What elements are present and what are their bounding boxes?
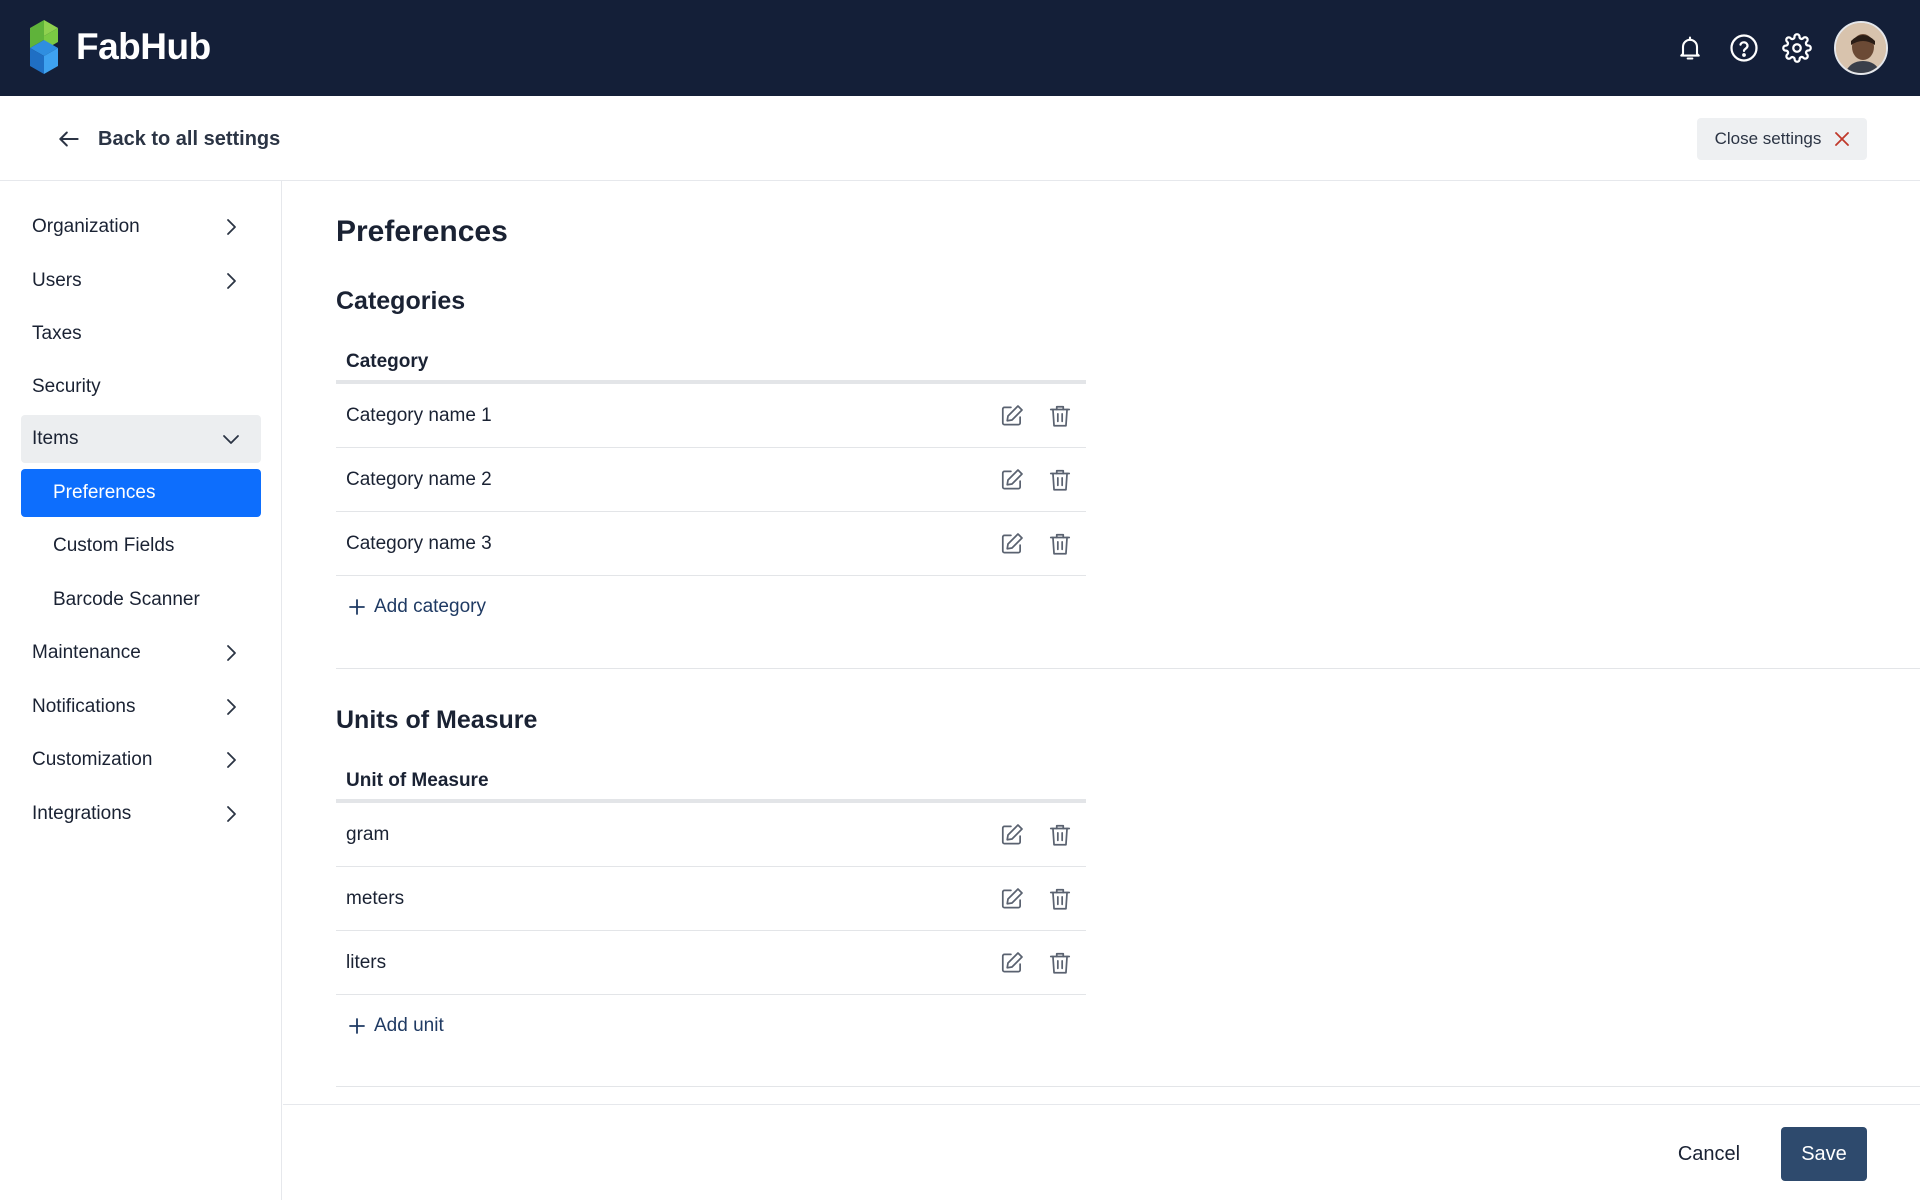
chevron-right-icon xyxy=(227,645,236,661)
trash-icon[interactable] xyxy=(1046,530,1074,558)
chevron-right-icon xyxy=(227,273,236,289)
bell-icon[interactable] xyxy=(1672,30,1708,66)
row-actions xyxy=(998,402,1074,430)
add-unit-label: Add unit xyxy=(374,1015,444,1036)
sidebar-item-label: Customization xyxy=(32,749,153,770)
sidebar-item-label: Custom Fields xyxy=(53,535,175,556)
trash-icon[interactable] xyxy=(1046,885,1074,913)
sidebar-item-label: Items xyxy=(32,428,79,449)
sidebar-item-customization[interactable]: Customization xyxy=(21,736,261,784)
sidebar-item-security[interactable]: Security xyxy=(21,363,261,411)
gear-icon[interactable] xyxy=(1779,30,1815,66)
preferences-content: Preferences Categories Category Category… xyxy=(283,181,1920,1200)
trash-icon[interactable] xyxy=(1046,821,1074,849)
table-row: Category name 1 xyxy=(336,384,1086,448)
table-row: liters xyxy=(336,931,1086,995)
app-name: FabHub xyxy=(76,26,211,67)
sidebar-item-taxes[interactable]: Taxes xyxy=(21,310,261,358)
units-section-title: Units of Measure xyxy=(336,706,538,734)
sidebar-item-label: Taxes xyxy=(32,323,82,344)
row-actions xyxy=(998,949,1074,977)
settings-sidebar: Organization Users Taxes Security Items … xyxy=(0,181,282,1200)
chevron-down-icon xyxy=(223,435,239,444)
top-navigation-bar: FabHub xyxy=(0,0,1920,96)
edit-icon[interactable] xyxy=(998,821,1026,849)
sidebar-item-label: Maintenance xyxy=(32,642,141,663)
sidebar-item-maintenance[interactable]: Maintenance xyxy=(21,629,261,677)
edit-icon[interactable] xyxy=(998,885,1026,913)
sidebar-item-preferences[interactable]: Preferences xyxy=(21,469,261,517)
row-actions xyxy=(998,821,1074,849)
row-label: meters xyxy=(346,887,405,909)
row-label: Category name 1 xyxy=(346,404,492,426)
edit-icon[interactable] xyxy=(998,402,1026,430)
back-to-settings-link[interactable]: Back to all settings xyxy=(56,124,280,154)
sidebar-item-label: Barcode Scanner xyxy=(53,589,200,610)
table-row: gram xyxy=(336,803,1086,867)
table-column-header: Unit of Measure xyxy=(336,763,1086,803)
add-category-button[interactable]: Add category xyxy=(349,593,486,621)
sidebar-item-users[interactable]: Users xyxy=(21,257,261,305)
row-label: gram xyxy=(346,823,390,845)
row-label: liters xyxy=(346,951,387,973)
user-avatar[interactable] xyxy=(1834,21,1888,75)
close-settings-label: Close settings xyxy=(1714,129,1822,148)
categories-section-title: Categories xyxy=(336,287,466,315)
table-row: Category name 2 xyxy=(336,448,1086,512)
row-actions xyxy=(998,885,1074,913)
plus-icon xyxy=(349,599,365,615)
categories-table: Category Category name 1 Category name 2 xyxy=(336,344,1086,576)
edit-icon[interactable] xyxy=(998,466,1026,494)
sidebar-item-label: Preferences xyxy=(53,482,156,503)
trash-icon[interactable] xyxy=(1046,949,1074,977)
row-actions xyxy=(998,466,1074,494)
plus-icon xyxy=(349,1018,365,1034)
chevron-right-icon xyxy=(227,219,236,235)
sidebar-item-integrations[interactable]: Integrations xyxy=(21,790,261,838)
cancel-button[interactable]: Cancel xyxy=(1657,1127,1761,1181)
edit-icon[interactable] xyxy=(998,949,1026,977)
logo-mark-icon xyxy=(30,20,58,74)
settings-footer: Cancel Save xyxy=(283,1104,1920,1200)
settings-subheader: Back to all settings Close settings xyxy=(0,96,1920,181)
chevron-right-icon xyxy=(227,806,236,822)
save-button[interactable]: Save xyxy=(1781,1127,1867,1181)
row-label: Category name 3 xyxy=(346,532,492,554)
sidebar-item-label: Integrations xyxy=(32,803,132,824)
table-column-header: Category xyxy=(336,344,1086,384)
section-divider xyxy=(336,1086,1920,1087)
close-icon xyxy=(1835,132,1850,146)
add-unit-button[interactable]: Add unit xyxy=(349,1012,444,1040)
chevron-right-icon xyxy=(227,699,236,715)
close-settings-button[interactable]: Close settings xyxy=(1697,118,1867,160)
arrow-left-icon xyxy=(59,131,79,147)
sidebar-item-custom-fields[interactable]: Custom Fields xyxy=(21,522,261,570)
back-link-label: Back to all settings xyxy=(98,127,281,150)
trash-icon[interactable] xyxy=(1046,466,1074,494)
sidebar-item-label: Notifications xyxy=(32,696,136,717)
table-row: Category name 3 xyxy=(336,512,1086,576)
sidebar-item-label: Security xyxy=(32,376,101,397)
table-row: meters xyxy=(336,867,1086,931)
sidebar-item-notifications[interactable]: Notifications xyxy=(21,683,261,731)
units-table: Unit of Measure gram meters liters xyxy=(336,763,1086,995)
page-title: Preferences xyxy=(336,215,508,248)
row-label: Category name 2 xyxy=(346,468,492,490)
sidebar-item-items[interactable]: Items xyxy=(21,415,261,463)
edit-icon[interactable] xyxy=(998,530,1026,558)
sidebar-item-label: Organization xyxy=(32,216,140,237)
add-category-label: Add category xyxy=(374,596,486,617)
fabhub-logo[interactable]: FabHub xyxy=(30,20,211,74)
sidebar-item-organization[interactable]: Organization xyxy=(21,203,261,251)
row-actions xyxy=(998,530,1074,558)
section-divider xyxy=(336,668,1920,669)
sidebar-item-barcode-scanner[interactable]: Barcode Scanner xyxy=(21,576,261,624)
trash-icon[interactable] xyxy=(1046,402,1074,430)
chevron-right-icon xyxy=(227,752,236,768)
help-icon[interactable] xyxy=(1726,30,1762,66)
sidebar-item-label: Users xyxy=(32,270,82,291)
